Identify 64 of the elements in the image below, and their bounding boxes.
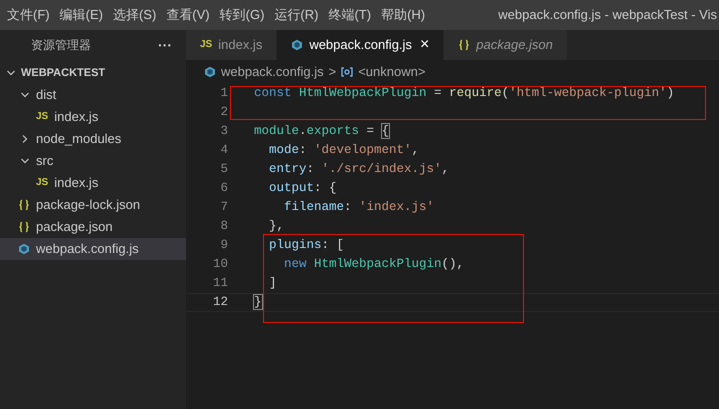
cube-icon [18, 243, 30, 255]
file-item[interactable]: package.json [0, 216, 186, 238]
cube-icon [291, 39, 304, 51]
line-number: 2 [219, 104, 228, 122]
section-header[interactable]: WEBPACKTEST [0, 62, 186, 84]
line-number: 8 [219, 218, 228, 236]
file-item[interactable]: webpack.config.js [0, 238, 186, 260]
chevron-right-icon [20, 134, 30, 144]
menu-item[interactable]: 选择(S) [108, 5, 162, 25]
code-line: new HtmlWebpackPlugin(), [283, 256, 464, 274]
file-item[interactable]: package-lock.json [0, 194, 186, 216]
menu-item[interactable]: 查看(V) [161, 5, 215, 25]
editor-tab[interactable]: webpack.config.js × [277, 30, 444, 60]
folder-item[interactable]: src [0, 150, 186, 172]
code-line: entry: './src/index.js', [268, 161, 450, 178]
code-line: }, [268, 218, 284, 236]
line-number: 4 [219, 142, 228, 160]
file-item[interactable]: JS index.js [0, 172, 186, 194]
folder-item[interactable]: dist [0, 84, 186, 106]
line-number: 10 [212, 256, 228, 274]
chevron-down-icon [6, 68, 16, 78]
editor-tab[interactable]: package.json [444, 30, 568, 60]
line-number: 1 [219, 85, 228, 102]
window-title: webpack.config.js - webpackTest - Vis [497, 6, 717, 24]
line-number: 11 [212, 275, 228, 292]
menu-item[interactable]: 运行(R) [269, 5, 324, 25]
code-line: output: { [268, 180, 337, 198]
breadcrumb-item[interactable]: <unknown> [358, 62, 426, 82]
braces-icon [18, 199, 30, 211]
symbol-icon [341, 67, 354, 77]
menu-item[interactable]: 帮助(H) [376, 5, 430, 25]
braces-icon [18, 221, 30, 233]
more-button[interactable]: ··· [158, 34, 172, 56]
js-file-icon: JS [200, 40, 212, 50]
menu-item[interactable]: 文件(F) [2, 5, 55, 25]
editor-tab[interactable]: JS index.js [186, 30, 278, 60]
chevron-down-icon [20, 90, 30, 100]
menu-item[interactable]: 编辑(E) [54, 5, 108, 25]
code-line: } [254, 294, 262, 312]
line-number: 9 [219, 237, 228, 254]
code-line: ] [268, 275, 277, 292]
code-line: mode: 'development', [268, 142, 420, 160]
line-number: 7 [219, 199, 228, 216]
js-file-icon: JS [36, 112, 48, 122]
menu-item[interactable]: 终端(T) [323, 5, 376, 25]
menu-item[interactable]: 转到(G) [214, 5, 270, 25]
chevron-down-icon [20, 156, 30, 166]
line-number: 5 [219, 161, 228, 178]
code-line: plugins: [ [268, 237, 344, 254]
braces-icon [458, 39, 470, 51]
sidebar-title: 资源管理器 [31, 37, 91, 54]
cube-icon [204, 66, 216, 78]
js-file-icon: JS [36, 178, 48, 188]
line-number: 12 [212, 294, 228, 312]
folder-item[interactable]: node_modules [0, 128, 186, 150]
code-line: const HtmlWebpackPlugin = require('html-webpack-plugin') [254, 85, 674, 102]
close-button[interactable]: × [420, 33, 430, 57]
code-line: module.exports = { [254, 123, 390, 140]
breadcrumb-separator: > [328, 63, 336, 82]
line-number: 6 [219, 180, 228, 198]
file-item[interactable]: JS index.js [0, 106, 186, 128]
line-number: 3 [219, 123, 228, 140]
breadcrumb-item[interactable]: webpack.config.js [221, 62, 324, 82]
code-line: filename: 'index.js' [283, 199, 434, 216]
